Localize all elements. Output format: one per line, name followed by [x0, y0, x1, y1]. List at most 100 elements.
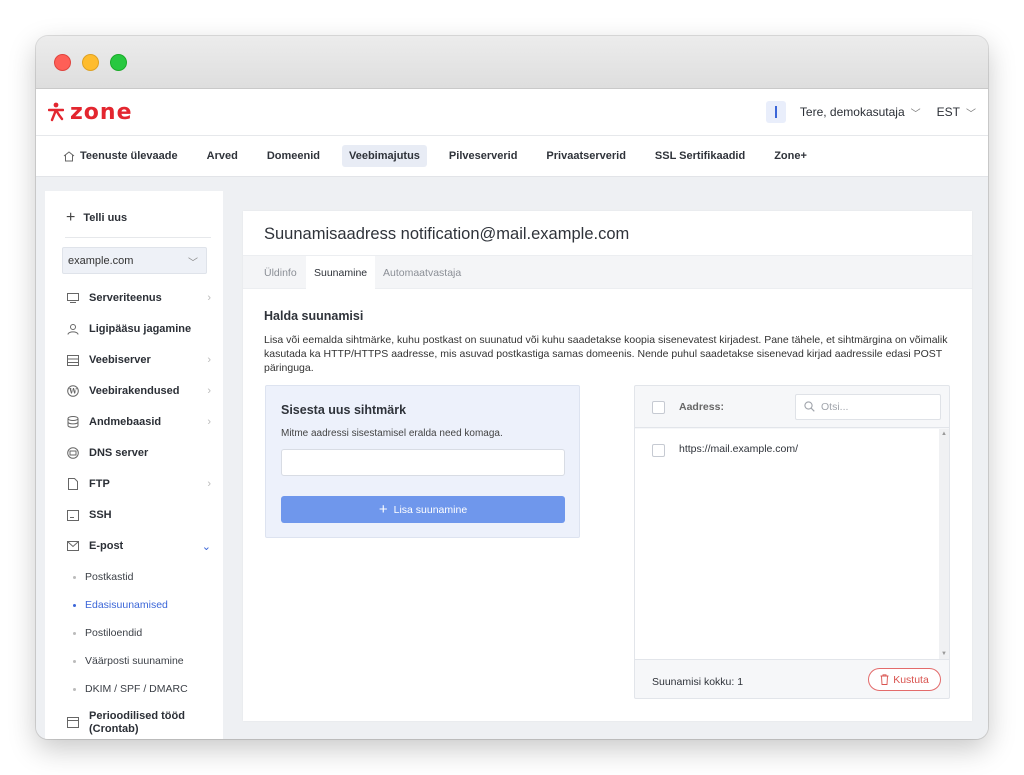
chevron-right-icon: ›	[207, 354, 211, 366]
list-header: Aadress: Otsi...	[635, 386, 949, 428]
search-icon	[804, 401, 815, 412]
user-greeting[interactable]: Tere, demokasutaja	[800, 105, 905, 119]
section-title: Halda suunamisi	[264, 309, 364, 323]
new-target-hint: Mitme aadressi sisestamisel eralda need …	[281, 428, 503, 439]
zone-logo[interactable]: zone	[48, 100, 133, 125]
bullet-icon	[73, 603, 76, 607]
sidebar-item-label: SSH	[89, 509, 112, 521]
tab-bar: Üldinfo Suunamine Automaatvastaja	[243, 255, 972, 291]
sidebar-item-label: FTP	[89, 478, 110, 490]
sidebar-subitem-label: DKIM / SPF / DMARC	[85, 683, 188, 695]
domain-select-value: example.com	[68, 255, 134, 267]
divider	[65, 237, 211, 238]
sidebar-item-label: DNS server	[89, 447, 149, 459]
window-titlebar	[36, 36, 988, 89]
home-icon	[63, 150, 75, 161]
sidebar-subitem-label: Postiloendid	[85, 627, 143, 639]
nav-invoices[interactable]: Arved	[200, 145, 245, 167]
server-icon	[67, 293, 79, 304]
search-placeholder: Otsi...	[821, 401, 849, 413]
sidebar-subitem-dkim-spf-dmarc[interactable]: DKIM / SPF / DMARC	[73, 683, 188, 695]
sidebar-item-server-service[interactable]: Serveriteenus ›	[67, 292, 211, 304]
bullet-icon	[73, 687, 76, 691]
sidebar: + Telli uus example.com ﹀ Serveriteenus …	[45, 191, 223, 739]
sidebar-item-databases[interactable]: Andmebaasid ›	[67, 416, 211, 428]
language-selector[interactable]: EST	[937, 105, 960, 119]
delete-label: Kustuta	[893, 673, 929, 686]
sidebar-item-web-apps[interactable]: W Veebirakendused ›	[67, 385, 211, 397]
tab-general-info[interactable]: Üldinfo	[256, 256, 305, 290]
nav-label: Zone+	[774, 150, 807, 162]
sidebar-subitem-label: Väärposti suunamine	[85, 655, 184, 667]
domain-select[interactable]: example.com ﹀	[62, 247, 207, 274]
sidebar-item-access-sharing[interactable]: Ligipääsu jagamine	[67, 323, 211, 335]
add-forwarding-button[interactable]: + Lisa suunamine	[281, 496, 565, 523]
nav-label: Privaatserverid	[546, 150, 626, 162]
new-target-input[interactable]	[281, 449, 565, 476]
app-header: zone Tere, demokasutaja ﹀ EST ﹀	[36, 89, 988, 136]
sidebar-subitem-mailing-lists[interactable]: Postiloendid	[73, 627, 142, 639]
calendar-icon	[67, 716, 79, 728]
nav-label: Pilveserverid	[448, 150, 518, 162]
bullet-icon	[73, 659, 76, 663]
sidebar-subitem-spam-forwarding[interactable]: Väärposti suunamine	[73, 655, 184, 667]
sidebar-item-ssh[interactable]: SSH	[67, 509, 211, 521]
tab-autoresponder[interactable]: Automaatvastaja	[375, 256, 469, 290]
sidebar-item-dns-server[interactable]: DNS server	[67, 447, 211, 459]
forwarding-address: https://mail.example.com/	[679, 443, 799, 455]
sidebar-item-label: Serveriteenus	[89, 292, 162, 304]
order-new-button[interactable]: + Telli uus	[66, 209, 127, 227]
list-body: https://mail.example.com/	[635, 429, 939, 659]
nav-zone-plus[interactable]: Zone+	[767, 145, 814, 167]
new-target-heading: Sisesta uus sihtmärk	[281, 403, 407, 417]
sidebar-subitem-label: Edasisuunamised	[85, 599, 168, 611]
mail-icon	[67, 541, 79, 552]
add-forwarding-label: Lisa suunamine	[393, 503, 468, 516]
zone-logo-icon	[48, 102, 64, 122]
account-badge-icon[interactable]	[765, 101, 786, 123]
database-icon	[67, 416, 79, 428]
nav-web-hosting[interactable]: Veebimajutus	[342, 145, 427, 167]
address-column-header: Aadress:	[679, 401, 724, 413]
sidebar-subitem-forwardings[interactable]: Edasisuunamised	[73, 599, 168, 611]
nav-domains[interactable]: Domeenid	[260, 145, 327, 167]
nav-services-overview[interactable]: Teenuste ülevaade	[56, 145, 185, 167]
bullet-icon	[73, 631, 76, 635]
scroll-up-icon[interactable]: ▲	[941, 431, 947, 437]
close-window-button[interactable]	[54, 54, 71, 71]
sidebar-item-label: Andmebaasid	[89, 416, 162, 428]
plus-icon: +	[378, 501, 388, 518]
delete-button[interactable]: Kustuta	[868, 668, 941, 691]
chevron-down-icon[interactable]: ﹀	[911, 105, 921, 120]
sidebar-item-ftp[interactable]: FTP ›	[67, 478, 211, 490]
tab-forwarding[interactable]: Suunamine	[306, 256, 376, 291]
sidebar-item-email[interactable]: E-post ⌄	[67, 540, 211, 553]
sidebar-item-label: Ligipääsu jagamine	[89, 323, 192, 335]
scroll-down-icon[interactable]: ▼	[941, 651, 947, 657]
top-navigation: Teenuste ülevaade Arved Domeenid Veebima…	[36, 136, 988, 177]
nav-cloud-servers[interactable]: Pilveserverid	[442, 145, 525, 167]
sidebar-item-label: E-post	[89, 540, 124, 552]
chevron-down-icon[interactable]: ﹀	[966, 105, 976, 120]
wordpress-icon: W	[67, 385, 79, 397]
nav-private-servers[interactable]: Privaatserverid	[539, 145, 633, 167]
sidebar-subitem-mailboxes[interactable]: Postkastid	[73, 571, 133, 583]
minimize-window-button[interactable]	[82, 54, 99, 71]
chevron-down-icon: ⌄	[201, 540, 211, 553]
search-input[interactable]: Otsi...	[795, 394, 941, 420]
svg-text:W: W	[68, 387, 77, 396]
row-checkbox[interactable]	[652, 444, 665, 457]
sidebar-item-crontab[interactable]: Perioodilised tööd (Crontab)	[67, 710, 211, 736]
section-description: Lisa või eemalda sihtmärke, kuhu postkas…	[264, 334, 948, 374]
list-scrollbar[interactable]: ▲ ▼	[939, 429, 949, 659]
nav-label: Domeenid	[266, 150, 320, 162]
user-bar: Tere, demokasutaja ﹀ EST ﹀	[765, 101, 976, 123]
maximize-window-button[interactable]	[110, 54, 127, 71]
select-all-checkbox[interactable]	[652, 401, 665, 414]
sidebar-item-web-server[interactable]: Veebiserver ›	[67, 354, 211, 366]
browser-window: zone Tere, demokasutaja ﹀ EST ﹀ Teenuste…	[36, 36, 988, 739]
sidebar-item-label: Veebirakendused	[89, 385, 180, 397]
terminal-icon	[67, 509, 79, 521]
dns-icon	[67, 447, 79, 459]
nav-ssl-certificates[interactable]: SSL Sertifikaadid	[648, 145, 752, 167]
